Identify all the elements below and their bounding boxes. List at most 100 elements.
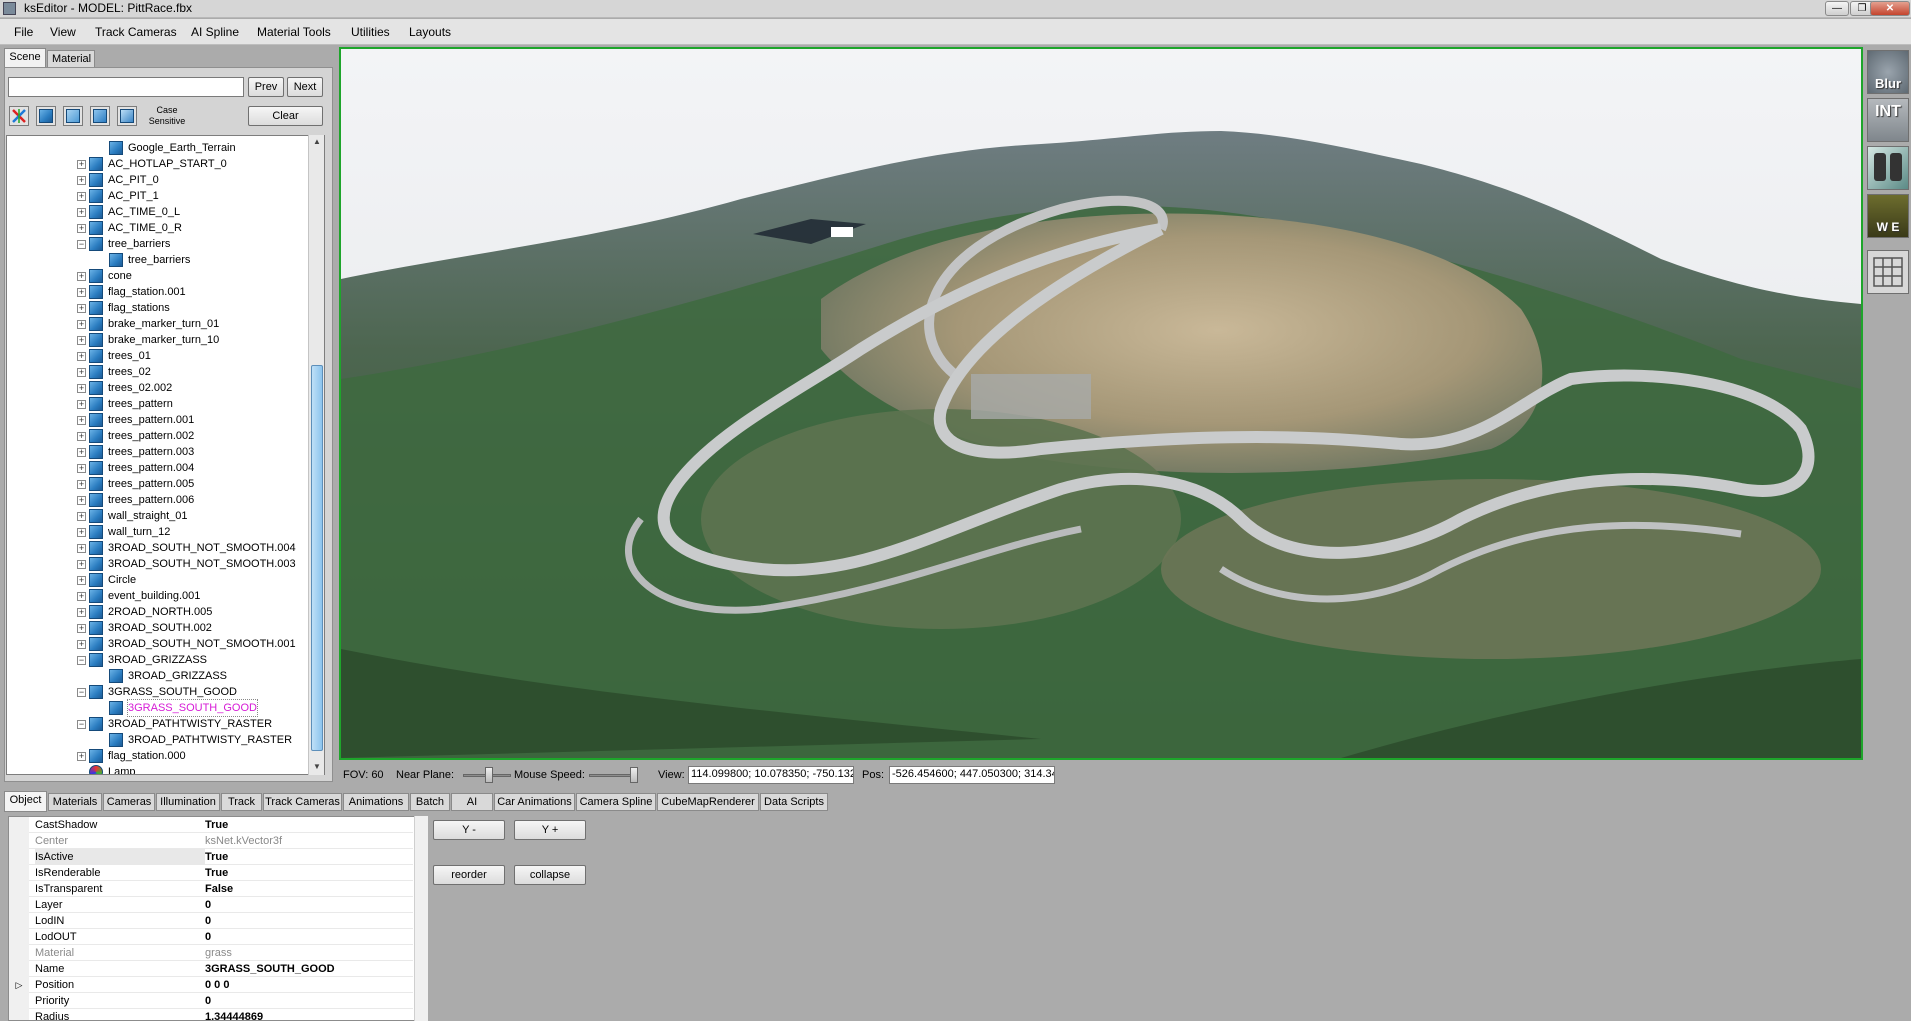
expand-icon[interactable]: + (77, 640, 86, 649)
reorder-button[interactable]: reorder (433, 865, 505, 885)
tab-material[interactable]: Material (47, 50, 95, 68)
expand-icon[interactable]: + (77, 368, 86, 377)
cube-outline-icon[interactable] (63, 106, 83, 126)
tab-scene[interactable]: Scene (4, 48, 46, 68)
tree-item[interactable]: + flag_stations (7, 300, 307, 316)
tab-data-scripts[interactable]: Data Scripts (760, 793, 828, 811)
case-sensitive-label[interactable]: Case Sensitive (145, 105, 189, 127)
tree-item[interactable]: +3ROAD_SOUTH_NOT_SMOOTH.004 (7, 540, 307, 556)
collapse-icon[interactable]: − (77, 688, 86, 697)
expand-icon[interactable]: + (77, 208, 86, 217)
tree-item[interactable]: + trees_02.002 (7, 380, 307, 396)
tab-ai[interactable]: AI (451, 793, 493, 811)
property-value[interactable]: grass (205, 945, 232, 961)
property-value[interactable]: 1.34444869 (205, 1009, 263, 1020)
tree-item[interactable]: + event_building.001 (7, 588, 307, 604)
3d-viewport[interactable] (339, 47, 1863, 760)
y-plus-button[interactable]: Y + (514, 820, 586, 840)
expand-icon[interactable]: + (77, 560, 86, 569)
property-value[interactable]: True (205, 849, 228, 865)
expand-icon[interactable]: + (77, 288, 86, 297)
tree-item[interactable]: Google_Earth_Terrain (7, 140, 307, 156)
tree-item[interactable]: 3GRASS_SOUTH_GOOD (7, 699, 307, 717)
menu-view[interactable]: View (50, 25, 76, 39)
property-row[interactable]: Material grass (9, 945, 413, 961)
close-button[interactable]: ✕ (1870, 1, 1910, 16)
tree-item[interactable]: Lamp (7, 764, 307, 774)
expand-icon[interactable]: + (77, 336, 86, 345)
tab-cubemap-renderer[interactable]: CubeMapRenderer (657, 793, 759, 811)
expand-icon[interactable]: + (77, 608, 86, 617)
tree-item[interactable]: − tree_barriers (7, 236, 307, 252)
tab-object[interactable]: Object (4, 791, 47, 812)
property-value[interactable]: 0 (205, 929, 211, 945)
tab-cameras[interactable]: Cameras (103, 793, 155, 811)
expand-icon[interactable]: + (77, 592, 86, 601)
mouse-speed-slider[interactable] (630, 767, 638, 783)
tree-item[interactable]: +3ROAD_SOUTH_NOT_SMOOTH.001 (7, 636, 307, 652)
tree-item[interactable]: + trees_pattern.002 (7, 428, 307, 444)
tree-item[interactable]: + cone (7, 268, 307, 284)
tree-item[interactable]: + AC_PIT_0 (7, 172, 307, 188)
tree-item[interactable]: + trees_pattern.004 (7, 460, 307, 476)
menu-file[interactable]: File (14, 25, 33, 39)
tree-item[interactable]: + brake_marker_turn_01 (7, 316, 307, 332)
expand-icon[interactable]: + (77, 624, 86, 633)
tree-item[interactable]: + trees_pattern.006 (7, 492, 307, 508)
tab-illumination[interactable]: Illumination (156, 793, 220, 811)
tree-item[interactable]: + trees_pattern.005 (7, 476, 307, 492)
tree-item[interactable]: − 3ROAD_PATHTWISTY_RASTER (7, 716, 307, 732)
tab-car-animations[interactable]: Car Animations (494, 793, 575, 811)
menu-material-tools[interactable]: Material Tools (257, 25, 331, 39)
clear-button[interactable]: Clear (248, 106, 323, 126)
expand-icon[interactable]: + (77, 448, 86, 457)
tree-scrollbar[interactable]: ▲ ▼ (308, 135, 324, 775)
interior-button[interactable]: INT (1867, 98, 1909, 142)
property-row[interactable]: CastShadow True (9, 817, 413, 833)
property-row[interactable]: IsActive True (9, 849, 413, 865)
expand-icon[interactable]: + (77, 176, 86, 185)
tab-animations[interactable]: Animations (343, 793, 409, 811)
scene-tree[interactable]: Google_Earth_Terrain + AC_HOTLAP_START_0 + A… (6, 135, 325, 775)
tree-item[interactable]: + Circle (7, 572, 307, 588)
expand-icon[interactable]: + (77, 464, 86, 473)
property-row[interactable]: Name 3GRASS_SOUTH_GOOD (9, 961, 413, 977)
grid-button[interactable] (1867, 250, 1909, 294)
weather-button[interactable]: W E (1867, 194, 1909, 238)
tree-item[interactable]: + trees_pattern.001 (7, 412, 307, 428)
property-value[interactable]: 3GRASS_SOUTH_GOOD (205, 961, 335, 977)
tree-item[interactable]: + AC_TIME_0_L (7, 204, 307, 220)
cube-settings-icon[interactable] (117, 106, 137, 126)
expand-icon[interactable]: + (77, 352, 86, 361)
tree-item[interactable]: − 3GRASS_SOUTH_GOOD (7, 684, 307, 700)
tree-item[interactable]: + wall_turn_12 (7, 524, 307, 540)
expand-icon[interactable]: + (77, 192, 86, 201)
scroll-down-icon[interactable]: ▼ (310, 760, 324, 774)
tree-item[interactable]: − 3ROAD_GRIZZASS (7, 652, 307, 668)
tree-item[interactable]: + trees_01 (7, 348, 307, 364)
expand-icon[interactable]: + (77, 400, 86, 409)
expand-icon[interactable]: + (77, 512, 86, 521)
expand-icon[interactable]: + (77, 160, 86, 169)
tree-item[interactable]: + trees_pattern.003 (7, 444, 307, 460)
expand-icon[interactable]: + (77, 384, 86, 393)
property-value[interactable]: False (205, 881, 233, 897)
property-row[interactable]: Priority 0 (9, 993, 413, 1009)
view-field[interactable]: 114.099800; 10.078350; -750.132 (688, 766, 854, 784)
expand-icon[interactable]: + (77, 304, 86, 313)
tree-item[interactable]: + AC_TIME_0_R (7, 220, 307, 236)
search-input[interactable] (8, 77, 244, 97)
property-row[interactable]: LodIN 0 (9, 913, 413, 929)
property-row[interactable]: Layer 0 (9, 897, 413, 913)
minimize-button[interactable]: — (1825, 1, 1849, 16)
property-row[interactable]: LodOUT 0 (9, 929, 413, 945)
tree-item[interactable]: 3ROAD_PATHTWISTY_RASTER (7, 732, 307, 748)
tab-materials[interactable]: Materials (48, 793, 102, 811)
property-value[interactable]: True (205, 865, 228, 881)
expand-icon[interactable]: + (77, 576, 86, 585)
tree-item[interactable]: + trees_02 (7, 364, 307, 380)
expand-icon[interactable]: + (77, 432, 86, 441)
menu-utilities[interactable]: Utilities (351, 25, 390, 39)
tree-item[interactable]: + trees_pattern (7, 396, 307, 412)
menu-layouts[interactable]: Layouts (409, 25, 451, 39)
